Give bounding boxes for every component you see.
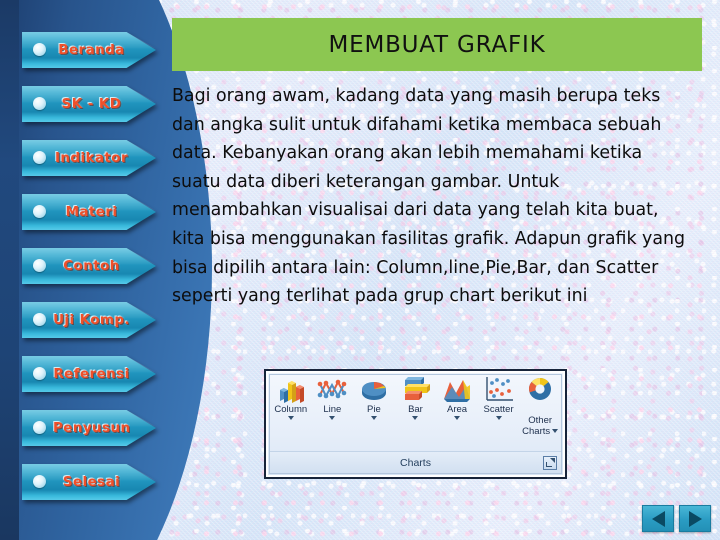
sidebar-item-penyusun[interactable]: Penyusun <box>22 410 156 446</box>
title-banner: MEMBUAT GRAFIK <box>172 18 702 71</box>
chevron-down-icon[interactable] <box>287 416 294 420</box>
area-chart-label: Area <box>446 404 468 415</box>
column-chart-button[interactable]: Column <box>271 375 311 420</box>
bullet-icon <box>33 475 46 488</box>
chevron-down-icon[interactable] <box>412 416 419 420</box>
bullet-icon <box>33 151 46 164</box>
sidebar-item-label: Uji Komp. <box>53 312 130 328</box>
sidebar-item-selesai[interactable]: Selesai <box>22 464 156 500</box>
scatter-chart-icon <box>483 375 515 403</box>
other-charts-label-text: Other Charts <box>522 415 553 437</box>
column-chart-icon <box>275 375 307 403</box>
ribbon-group-label: Charts <box>400 456 431 469</box>
bullet-icon <box>33 367 46 380</box>
slide-canvas: Beranda SK - KD Indikator Materi Contoh <box>0 0 720 540</box>
sidebar-item-beranda[interactable]: Beranda <box>22 32 156 68</box>
line-chart-button[interactable]: Line <box>312 375 352 420</box>
area-chart-icon <box>441 375 473 403</box>
ribbon-buttons: Column Line Pie Bar Area Scatter Other C… <box>266 375 565 447</box>
page-title: MEMBUAT GRAFIK <box>328 31 546 58</box>
sidebar-item-label: Beranda <box>58 42 125 58</box>
bullet-icon <box>33 97 46 110</box>
bullet-icon <box>33 313 46 326</box>
bar-chart-label: Bar <box>408 404 423 415</box>
column-chart-label: Column <box>274 404 308 415</box>
ribbon-group-footer: Charts <box>270 451 561 473</box>
pie-chart-icon <box>358 375 390 403</box>
charts-ribbon-group: Column Line Pie Bar Area Scatter Other C… <box>264 369 567 479</box>
previous-slide-button[interactable] <box>642 505 674 532</box>
chevron-down-icon[interactable] <box>552 429 559 434</box>
slide-navigation <box>642 505 711 532</box>
body-paragraph: Bagi orang awam, kadang data yang masih … <box>172 86 686 307</box>
arrow-left-icon <box>651 510 665 527</box>
arrow-right-icon <box>688 510 702 527</box>
bullet-icon <box>33 421 46 434</box>
other-charts-button[interactable]: Other Charts <box>520 375 560 437</box>
sidebar-item-label: Referensi <box>53 366 130 382</box>
sidebar-item-indikator[interactable]: Indikator <box>22 140 156 176</box>
bullet-icon <box>33 205 46 218</box>
scatter-chart-label: Scatter <box>483 404 514 415</box>
pie-chart-button[interactable]: Pie <box>354 375 394 420</box>
chevron-down-icon[interactable] <box>495 416 502 420</box>
sidebar-item-label: Contoh <box>63 258 120 274</box>
line-chart-icon <box>316 375 348 403</box>
sidebar-item-materi[interactable]: Materi <box>22 194 156 230</box>
scatter-chart-button[interactable]: Scatter <box>479 375 519 420</box>
bullet-icon <box>33 259 46 272</box>
sidebar-item-label: Selesai <box>62 474 121 490</box>
other-charts-label: Other Charts <box>522 404 559 437</box>
charts-dialog-launcher-icon[interactable] <box>543 456 557 470</box>
sidebar-item-sk-kd[interactable]: SK - KD <box>22 86 156 122</box>
chevron-down-icon[interactable] <box>454 416 461 420</box>
next-slide-button[interactable] <box>679 505 711 532</box>
bullet-icon <box>33 43 46 56</box>
line-chart-label: Line <box>323 404 342 415</box>
chevron-down-icon[interactable] <box>370 416 377 420</box>
sidebar-item-uji-komp[interactable]: Uji Komp. <box>22 302 156 338</box>
sidebar-item-label: Penyusun <box>53 420 130 436</box>
bar-chart-button[interactable]: Bar <box>395 375 435 420</box>
sidebar-item-label: SK - KD <box>61 96 122 112</box>
bar-chart-icon <box>399 375 431 403</box>
sidebar-item-contoh[interactable]: Contoh <box>22 248 156 284</box>
pie-chart-label: Pie <box>367 404 381 415</box>
chevron-down-icon[interactable] <box>329 416 336 420</box>
other-charts-icon <box>524 375 556 403</box>
sidebar-item-referensi[interactable]: Referensi <box>22 356 156 392</box>
area-chart-button[interactable]: Area <box>437 375 477 420</box>
sidebar-item-label: Materi <box>65 204 118 220</box>
sidebar-item-label: Indikator <box>55 150 128 166</box>
